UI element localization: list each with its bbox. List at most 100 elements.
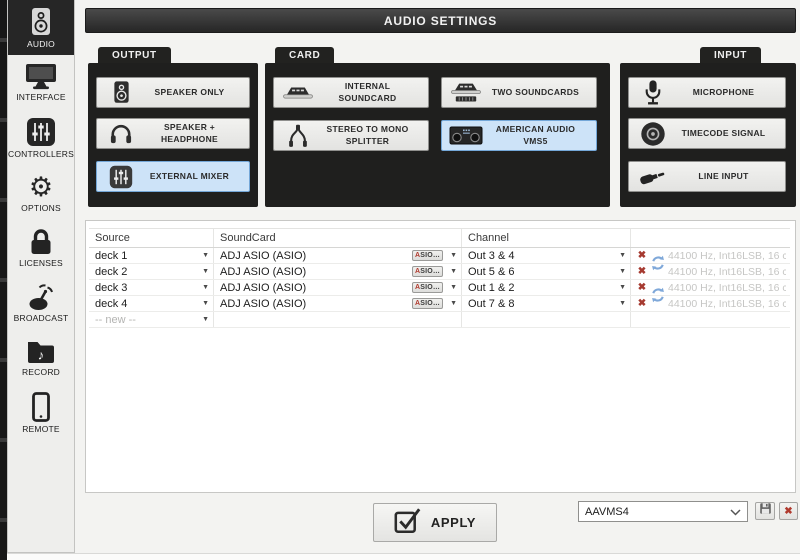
sidebar-item-options[interactable]: ⚙ OPTIONS xyxy=(8,165,74,220)
asio-config-button[interactable]: ASIO… xyxy=(411,298,444,309)
tab-output: OUTPUT xyxy=(98,47,171,63)
source-select[interactable]: deck 2 ▼ xyxy=(89,264,214,279)
speaker-only-button[interactable]: SPEAKER ONLY xyxy=(96,77,250,108)
dropdown-arrow-icon[interactable]: ▼ xyxy=(450,300,457,307)
format-info: 44100 Hz, Int16LSB, 16 ch xyxy=(668,249,786,262)
tab-card: CARD xyxy=(275,47,335,63)
sidebar-item-broadcast[interactable]: BROADCAST xyxy=(8,275,74,330)
phone-icon xyxy=(31,391,51,422)
sync-refresh-icon[interactable] xyxy=(650,287,666,303)
source-select[interactable]: deck 1 ▼ xyxy=(89,248,214,263)
card-panel: INTERNAL SOUNDCARD TWO SOUNDCARDS STEREO… xyxy=(265,63,610,207)
source-value: deck 1 xyxy=(95,249,128,262)
soundcard-value: ADJ ASIO (ASIO) xyxy=(220,281,307,294)
checkbox-check-icon xyxy=(394,507,421,539)
asio-config-button[interactable]: ASIO… xyxy=(411,282,444,293)
line-input-button[interactable]: LINE INPUT xyxy=(628,161,786,192)
dropdown-arrow-icon[interactable]: ▼ xyxy=(450,252,457,259)
row-actions: ✖ 44100 Hz, Int16LSB, 16 ch xyxy=(631,280,790,303)
sync-refresh-icon[interactable] xyxy=(650,255,666,271)
sidebar-item-interface[interactable]: INTERFACE xyxy=(8,55,74,110)
channel-select[interactable]: Out 7 & 8 ▼ xyxy=(462,296,631,311)
source-value: deck 2 xyxy=(95,265,128,278)
apply-button[interactable]: APPLY xyxy=(373,503,497,542)
table-row-new: -- new -- ▼ xyxy=(89,312,790,328)
sidebar-item-label: RECORD xyxy=(21,367,61,377)
two-soundcards-icon xyxy=(449,80,483,106)
dropdown-arrow-icon[interactable]: ▼ xyxy=(202,268,209,275)
asio-config-button[interactable]: ASIO… xyxy=(411,266,444,277)
sidebar-item-remote[interactable]: REMOTE xyxy=(8,385,74,440)
column-header-soundcard: SoundCard xyxy=(214,229,462,247)
dropdown-arrow-icon[interactable]: ▼ xyxy=(619,252,626,259)
sidebar-item-label: REMOTE xyxy=(22,423,60,434)
asio-config-button[interactable]: ASIO… xyxy=(411,250,444,261)
soundcard-select[interactable]: ADJ ASIO (ASIO) ASIO… ▼ xyxy=(214,280,462,295)
channel-select[interactable]: Out 3 & 4 ▼ xyxy=(462,248,631,263)
dropdown-arrow-icon[interactable]: ▼ xyxy=(202,284,209,291)
headphone-icon xyxy=(104,123,138,145)
soundcard-select[interactable]: ADJ ASIO (ASIO) ASIO… ▼ xyxy=(214,248,462,263)
dropdown-arrow-icon[interactable]: ▼ xyxy=(450,268,457,275)
page-title: AUDIO SETTINGS xyxy=(85,8,796,33)
soundcard-value: ADJ ASIO (ASIO) xyxy=(220,249,307,262)
dropdown-arrow-icon[interactable]: ▼ xyxy=(450,284,457,291)
new-source-select[interactable]: -- new -- ▼ xyxy=(89,312,214,327)
two-soundcards-button[interactable]: TWO SOUNDCARDS xyxy=(441,77,597,108)
sidebar-item-label: AUDIO xyxy=(27,38,55,49)
soundcard-select[interactable]: ADJ ASIO (ASIO) ASIO… ▼ xyxy=(214,264,462,279)
external-mixer-button[interactable]: EXTERNAL MIXER xyxy=(96,161,250,192)
internal-soundcard-button[interactable]: INTERNAL SOUNDCARD xyxy=(273,77,429,108)
save-preset-button[interactable] xyxy=(755,502,775,520)
speaker-headphone-button[interactable]: SPEAKER + HEADPHONE xyxy=(96,118,250,149)
sidebar-item-licenses[interactable]: LICENSES xyxy=(8,220,74,275)
delete-row-icon[interactable]: ✖ xyxy=(635,264,649,280)
sidebar-item-record[interactable]: ♪ RECORD xyxy=(8,330,74,385)
column-header-source: Source xyxy=(89,229,214,247)
dropdown-arrow-icon[interactable]: ▼ xyxy=(202,316,209,323)
option-label: SPEAKER ONLY xyxy=(154,86,225,97)
stereo-mono-splitter-button[interactable]: STEREO TO MONO SPLITTER xyxy=(273,120,429,151)
output-panel: SPEAKER ONLY SPEAKER + HEADPHONE EXTERNA… xyxy=(88,63,258,207)
option-label: MICROPHONE xyxy=(692,86,755,97)
source-value: deck 3 xyxy=(95,281,128,294)
speaker-icon xyxy=(104,80,138,105)
soundcard-value: ADJ ASIO (ASIO) xyxy=(220,297,307,310)
delete-row-icon[interactable]: ✖ xyxy=(635,296,649,312)
sidebar-item-label: BROADCAST xyxy=(13,313,69,323)
column-header-info xyxy=(631,229,790,247)
dropdown-arrow-icon[interactable]: ▼ xyxy=(202,300,209,307)
channel-select[interactable]: Out 1 & 2 ▼ xyxy=(462,280,631,295)
microphone-button[interactable]: MICROPHONE xyxy=(628,77,786,108)
broadcast-icon xyxy=(26,282,56,311)
chevron-down-icon[interactable] xyxy=(730,503,741,521)
preset-combobox[interactable]: AAVMS4 xyxy=(578,501,748,522)
delete-row-icon[interactable]: ✖ xyxy=(635,248,649,264)
dropdown-arrow-icon[interactable]: ▼ xyxy=(619,268,626,275)
delete-preset-button[interactable]: ✖ xyxy=(779,502,798,520)
soundcard-select[interactable]: ADJ ASIO (ASIO) ASIO… ▼ xyxy=(214,296,462,311)
sidebar-item-audio[interactable]: AUDIO xyxy=(8,0,74,55)
channel-value: Out 3 & 4 xyxy=(468,249,515,262)
channel-select[interactable]: Out 5 & 6 ▼ xyxy=(462,264,631,279)
apply-button-label: APPLY xyxy=(430,515,477,530)
record-folder-icon: ♪ xyxy=(26,338,56,365)
option-label: INTERNAL SOUNDCARD xyxy=(338,81,397,103)
american-audio-vms5-button[interactable]: AMERICAN AUDIO VMS5 xyxy=(441,120,597,151)
delete-row-icon[interactable]: ✖ xyxy=(635,280,649,296)
option-label: EXTERNAL MIXER xyxy=(149,170,230,181)
vinyl-disc-icon xyxy=(636,121,670,147)
option-label: SPEAKER + HEADPHONE xyxy=(160,122,218,144)
sidebar-item-controllers[interactable]: CONTROLLERS xyxy=(8,110,74,165)
source-select[interactable]: deck 4 ▼ xyxy=(89,296,214,311)
source-value: deck 4 xyxy=(95,297,128,310)
soundcard-value: ADJ ASIO (ASIO) xyxy=(220,265,307,278)
new-row-label: -- new -- xyxy=(95,313,136,326)
channel-value: Out 1 & 2 xyxy=(468,281,515,294)
source-select[interactable]: deck 3 ▼ xyxy=(89,280,214,295)
timecode-signal-button[interactable]: TIMECODE SIGNAL xyxy=(628,118,786,149)
table-row-deck2: deck 2 ▼ ADJ ASIO (ASIO) ASIO… ▼ Out 5 & 6 ▼… xyxy=(89,264,790,280)
dropdown-arrow-icon[interactable]: ▼ xyxy=(619,284,626,291)
dropdown-arrow-icon[interactable]: ▼ xyxy=(619,300,626,307)
dropdown-arrow-icon[interactable]: ▼ xyxy=(202,252,209,259)
